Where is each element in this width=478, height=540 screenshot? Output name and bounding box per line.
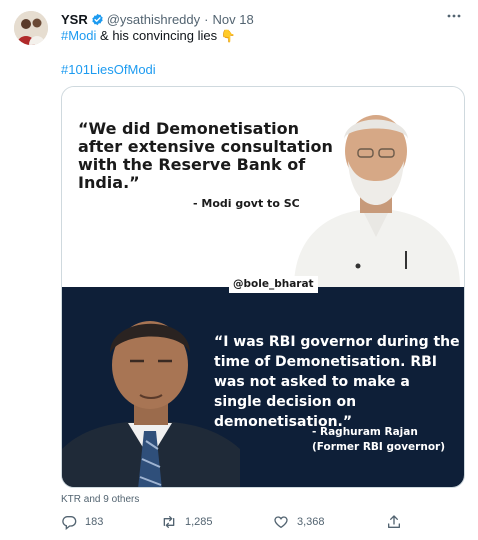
liked-by-line[interactable]: KTR and 9 others <box>61 494 139 505</box>
tweet-text-line2: #101LiesOfModi <box>61 62 156 77</box>
pointing-down-emoji: 👇 <box>220 29 236 43</box>
verified-badge-icon <box>92 13 103 25</box>
share-button[interactable] <box>386 514 402 530</box>
bottom-quote: “I was RBI governor during the time of D… <box>214 334 460 430</box>
tweet-header: YSR @ysathishreddy · Nov 18 <box>61 10 462 28</box>
tweet: YSR @ysathishreddy · Nov 18 #Modi & his … <box>0 0 478 540</box>
tweet-media-image[interactable]: “We did Demonetisation after extensive c… <box>61 86 465 488</box>
tweet-text: #Modi & his convincing lies 👇 <box>61 28 236 43</box>
retweet-icon <box>163 516 175 528</box>
heart-icon <box>274 516 288 529</box>
reply-icon <box>62 516 77 530</box>
avatar[interactable] <box>14 11 48 45</box>
more-horizontal-icon[interactable] <box>446 8 462 29</box>
top-quote: “We did Demonetisation after extensive c… <box>78 119 333 192</box>
media-top-panel: “We did Demonetisation after extensive c… <box>62 87 464 287</box>
retweet-button[interactable]: 1,285 <box>161 514 213 530</box>
tweet-date[interactable]: Nov 18 <box>212 12 253 27</box>
tweet-text-body: & his convincing lies <box>96 28 221 43</box>
watermark: @bole_bharat <box>229 276 318 293</box>
bottom-attribution: - Raghuram Rajan (Former RBI governor) <box>312 426 446 453</box>
share-icon <box>388 515 400 528</box>
hashtag-link[interactable]: #Modi <box>61 28 96 43</box>
reply-button[interactable]: 183 <box>61 514 103 530</box>
like-count: 3,368 <box>297 516 325 528</box>
reply-count: 183 <box>85 516 104 528</box>
tweet-actions: 183 1,285 3,368 <box>61 514 421 532</box>
top-attribution: - Modi govt to SC <box>193 197 300 210</box>
author-handle[interactable]: @ysathishreddy <box>107 12 200 27</box>
like-button[interactable]: 3,368 <box>273 514 325 530</box>
author-name[interactable]: YSR <box>61 12 88 27</box>
retweet-count: 1,285 <box>185 516 213 528</box>
separator-dot: · <box>204 11 209 27</box>
hashtag-link-2[interactable]: #101LiesOfModi <box>61 62 156 77</box>
